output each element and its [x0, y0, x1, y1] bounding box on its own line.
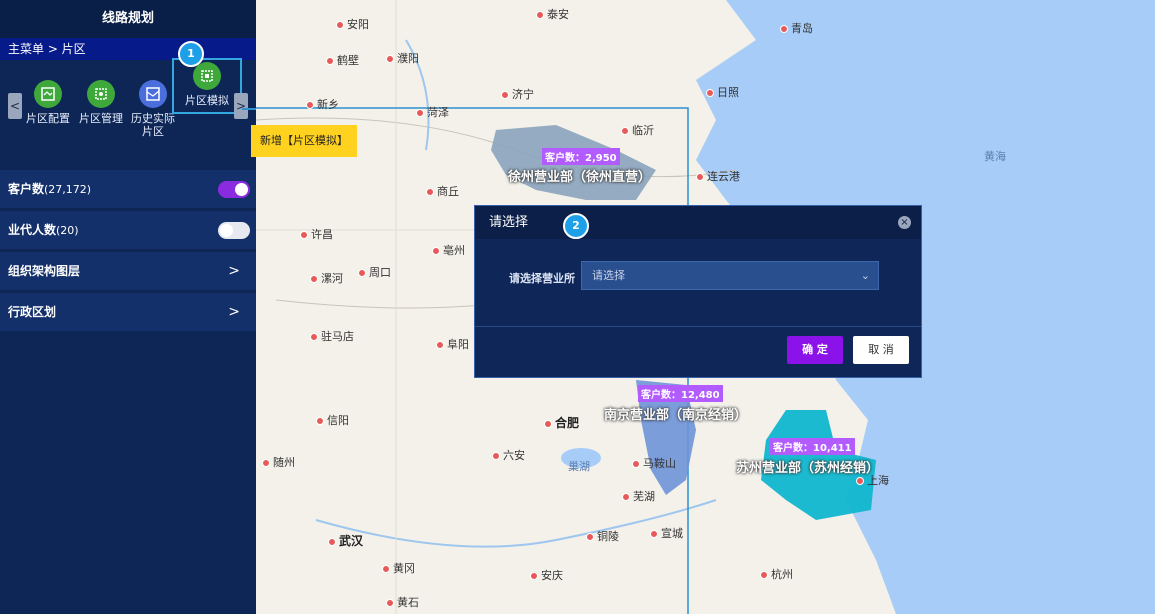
- city-label: 许昌: [300, 226, 333, 242]
- city-label: 信阳: [316, 412, 349, 428]
- city-label: 阜阳: [436, 336, 469, 352]
- close-icon[interactable]: ×: [898, 216, 911, 229]
- carousel-next-button[interactable]: >: [234, 93, 248, 119]
- city-label: 黄石: [386, 594, 419, 610]
- chevron-right-icon: >: [228, 304, 240, 320]
- confirm-button[interactable]: 确 定: [787, 336, 843, 364]
- city-label: 周口: [358, 264, 391, 280]
- area-simulate-icon: [193, 62, 221, 90]
- breadcrumb[interactable]: 主菜单 > 片区: [0, 38, 256, 60]
- carousel-prev-button[interactable]: <: [8, 93, 22, 119]
- city-label: 连云港: [696, 168, 740, 184]
- city-label: 临沂: [621, 122, 654, 138]
- row-count: (27,172): [44, 183, 92, 196]
- city-label: 马鞍山: [632, 455, 676, 471]
- icon-carousel: < 片区配置 片区管理 历史实际片区 片区模拟 >: [0, 58, 256, 156]
- chevron-down-icon: ⌄: [860, 269, 870, 282]
- city-label: 青岛: [780, 20, 813, 36]
- sidebar-title: 线路规划: [0, 0, 256, 38]
- row-count: (20): [56, 224, 79, 237]
- city-label: 黄冈: [382, 560, 415, 576]
- city-label: 安阳: [336, 16, 369, 32]
- icon-label: 片区模拟: [185, 94, 229, 107]
- city-label: 铜陵: [586, 528, 619, 544]
- region-label[interactable]: 苏州营业部（苏州经销）: [736, 457, 879, 476]
- agent-count-row[interactable]: 业代人数(20): [0, 211, 256, 249]
- row-label: 行政区划: [8, 305, 57, 319]
- agent-count-toggle[interactable]: [218, 222, 250, 239]
- city-label: 日照: [706, 84, 739, 100]
- city-label: 济宁: [501, 86, 534, 102]
- dialog-header: 请选择 ×: [475, 206, 921, 239]
- step-badge-2: 2: [563, 213, 589, 239]
- city-label: 随州: [262, 454, 295, 470]
- new-area-simulate-tooltip: 新增【片区模拟】: [251, 125, 357, 157]
- region-label[interactable]: 徐州营业部（徐州直营）: [508, 166, 651, 185]
- cancel-button[interactable]: 取 消: [853, 336, 909, 364]
- area-manage-icon: [87, 80, 115, 108]
- history-map-icon: [139, 80, 167, 108]
- city-label: 亳州: [432, 242, 465, 258]
- office-select-label: 请选择营业所: [509, 272, 575, 285]
- customer-count-row[interactable]: 客户数(27,172): [0, 170, 256, 208]
- icon-map-config[interactable]: 片区配置: [22, 80, 74, 125]
- office-select[interactable]: 请选择 ⌄: [581, 261, 879, 290]
- city-label: 新乡: [306, 96, 339, 112]
- dialog-divider: [475, 326, 921, 327]
- icon-area-simulate[interactable]: 片区模拟: [172, 58, 242, 114]
- region-count-tag: 客户数：2,950: [542, 148, 620, 165]
- org-layer-row[interactable]: 组织架构图层 >: [0, 252, 256, 290]
- map-config-icon: [34, 80, 62, 108]
- city-label: 杭州: [760, 566, 793, 582]
- icon-label: 历史实际片区: [131, 112, 175, 138]
- city-label: 宣城: [650, 525, 683, 541]
- region-count-tag: 客户数：10,411: [770, 438, 855, 455]
- dialog-title: 请选择: [489, 215, 529, 230]
- office-select-placeholder: 请选择: [592, 269, 625, 282]
- city-label: 武汉: [328, 532, 363, 549]
- icon-area-manage[interactable]: 片区管理: [75, 80, 127, 125]
- city-label: 濮阳: [386, 50, 419, 66]
- step-badge-1: 1: [178, 41, 204, 67]
- city-label: 商丘: [426, 183, 459, 199]
- city-label: 六安: [492, 447, 525, 463]
- connector-line: [242, 108, 256, 110]
- icon-label: 片区管理: [79, 112, 123, 125]
- customer-count-toggle[interactable]: [218, 181, 250, 198]
- region-count-tag: 客户数：12,480: [638, 385, 723, 402]
- region-label[interactable]: 南京营业部（南京经销）: [604, 404, 747, 423]
- admin-region-row[interactable]: 行政区划 >: [0, 293, 256, 331]
- sea-label: 黄海: [984, 150, 1006, 163]
- sidebar: 线路规划 主菜单 > 片区 < 片区配置 片区管理 历史实际片区 片区模拟 > …: [0, 0, 256, 614]
- city-label: 安庆: [530, 567, 563, 583]
- city-label: 驻马店: [310, 328, 354, 344]
- city-label: 合肥: [544, 414, 579, 431]
- city-label: 鹤壁: [326, 52, 359, 68]
- icon-label: 片区配置: [26, 112, 70, 125]
- select-dialog: 请选择 × 请选择营业所 请选择 ⌄ 确 定 取 消: [474, 205, 922, 378]
- lake-label: 巢湖: [568, 460, 590, 473]
- chevron-right-icon: >: [228, 263, 240, 279]
- row-label: 客户数: [8, 182, 45, 196]
- city-label: 泰安: [536, 6, 569, 22]
- row-label: 组织架构图层: [8, 264, 81, 278]
- row-label: 业代人数: [8, 223, 57, 237]
- city-label: 菏泽: [416, 104, 449, 120]
- city-label: 芜湖: [622, 488, 655, 504]
- city-label: 漯河: [310, 270, 343, 286]
